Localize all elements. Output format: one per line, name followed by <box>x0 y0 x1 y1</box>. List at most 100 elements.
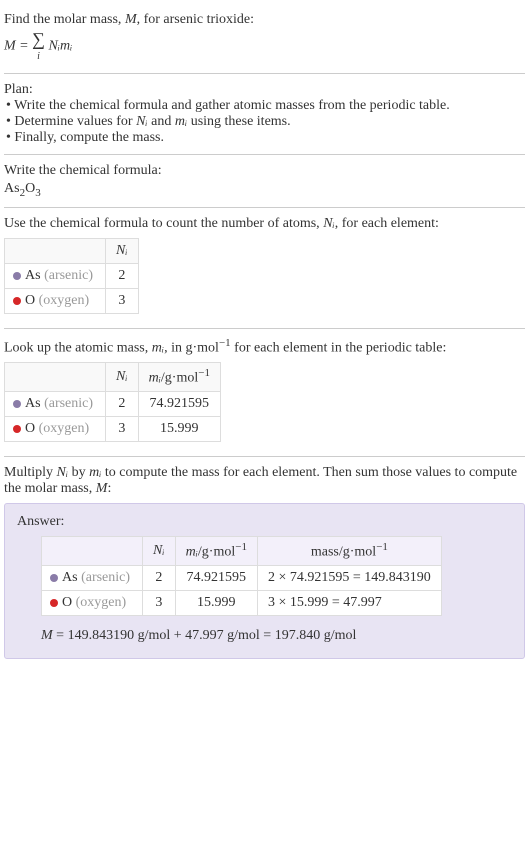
chemical-formula-section: Write the chemical formula: As2O3 <box>4 155 525 208</box>
formula-rhs: Nᵢmᵢ <box>48 39 72 54</box>
col-n-label: Nᵢ <box>116 369 128 384</box>
col-mass-pre: mass/g·mol <box>311 545 376 560</box>
col-n: Nᵢ <box>106 363 139 392</box>
element-name: (oxygen) <box>39 421 90 436</box>
count-heading: Use the chemical formula to count the nu… <box>4 216 525 232</box>
col-m-sup: −1 <box>235 541 247 553</box>
element-name: (arsenic) <box>81 570 130 585</box>
n-value: 2 <box>143 565 176 590</box>
mult-M: M <box>96 481 108 496</box>
n-value: 3 <box>106 417 139 442</box>
element-sym: As <box>25 268 41 283</box>
col-n-label: Nᵢ <box>153 543 165 558</box>
element-sym: O <box>25 293 35 308</box>
col-mass: mass/g·mol−1 <box>257 537 441 566</box>
chem-sub2: 3 <box>35 187 41 199</box>
table-row: O (oxygen) 3 15.999 <box>5 417 221 442</box>
lk-h-pre: Look up the atomic mass, <box>4 340 152 355</box>
empty-header <box>5 238 106 263</box>
element-cell: O (oxygen) <box>5 288 106 313</box>
col-mass-sup: −1 <box>376 541 388 553</box>
formula-eq: = <box>16 39 32 54</box>
element-dot-icon <box>50 599 58 607</box>
element-cell: O (oxygen) <box>42 590 143 615</box>
chem-o: O <box>25 181 35 196</box>
table-row: As (arsenic) 2 74.921595 <box>5 392 221 417</box>
plan-b2-mid: and <box>148 114 175 129</box>
element-dot-icon <box>13 297 21 305</box>
lookup-table: Nᵢ mᵢ/g·mol−1 As (arsenic) 2 74.921595 O… <box>4 362 221 442</box>
mult-mid1: by <box>68 465 89 480</box>
plan-bullet-3: • Finally, compute the mass. <box>6 130 525 146</box>
lk-h-post: for each element in the periodic table: <box>231 340 447 355</box>
final-lhs: M <box>41 628 53 643</box>
count-h-post: , for each element: <box>335 216 439 231</box>
lookup-section: Look up the atomic mass, mᵢ, in g·mol−1 … <box>4 329 525 457</box>
m-value: 15.999 <box>175 590 257 615</box>
element-sym: O <box>25 421 35 436</box>
col-n: Nᵢ <box>143 537 176 566</box>
n-value: 2 <box>106 392 139 417</box>
col-m-sup: −1 <box>198 367 210 379</box>
intro-section: Find the molar mass, M, for arsenic trio… <box>4 4 525 74</box>
empty-header <box>5 363 106 392</box>
table-header-row: Nᵢ mᵢ/g·mol−1 mass/g·mol−1 <box>42 537 442 566</box>
chem-heading: Write the chemical formula: <box>4 163 525 179</box>
element-dot-icon <box>13 272 21 280</box>
mult-pre: Multiply <box>4 465 57 480</box>
plan-bullet-1: • Write the chemical formula and gather … <box>6 98 525 114</box>
plan-b2-n: Nᵢ <box>136 114 148 129</box>
multiply-section: Multiply Nᵢ by mᵢ to compute the mass fo… <box>4 457 525 667</box>
n-value: 3 <box>143 590 176 615</box>
count-h-var: Nᵢ <box>323 216 335 231</box>
chem-as: As <box>4 181 20 196</box>
mult-n: Nᵢ <box>57 465 69 480</box>
plan-heading: Plan: <box>4 82 525 98</box>
col-n-label: Nᵢ <box>116 243 128 258</box>
sigma-block: ∑i <box>32 30 45 63</box>
answer-content: Nᵢ mᵢ/g·mol−1 mass/g·mol−1 As (arsenic) … <box>41 536 512 616</box>
count-section: Use the chemical formula to count the nu… <box>4 208 525 329</box>
answer-table: Nᵢ mᵢ/g·mol−1 mass/g·mol−1 As (arsenic) … <box>41 536 442 616</box>
col-m-mid: /g·mol <box>161 371 198 386</box>
mult-m: mᵢ <box>89 465 101 480</box>
plan-bullet-2: • Determine values for Nᵢ and mᵢ using t… <box>6 114 525 130</box>
lk-h-var: mᵢ <box>152 340 164 355</box>
lk-h-sup: −1 <box>219 337 231 349</box>
table-header-row: Nᵢ mᵢ/g·mol−1 <box>5 363 221 392</box>
n-value: 3 <box>106 288 139 313</box>
answer-box: Answer: Nᵢ mᵢ/g·mol−1 mass/g·mol−1 As (a… <box>4 503 525 659</box>
final-result: M = 149.843190 g/mol + 47.997 g/mol = 19… <box>41 628 512 644</box>
empty-header <box>42 537 143 566</box>
element-name: (arsenic) <box>44 268 93 283</box>
intro-line: Find the molar mass, M, for arsenic trio… <box>4 12 525 28</box>
element-name: (oxygen) <box>76 595 127 610</box>
col-n: Nᵢ <box>106 238 139 263</box>
table-header-row: Nᵢ <box>5 238 139 263</box>
plan-section: Plan: • Write the chemical formula and g… <box>4 74 525 155</box>
m-value: 74.921595 <box>175 565 257 590</box>
count-table: Nᵢ As (arsenic) 2 O (oxygen) 3 <box>4 238 139 314</box>
intro-text2: , for arsenic trioxide: <box>137 12 254 27</box>
col-m: mᵢ/g·mol−1 <box>138 363 220 392</box>
element-name: (arsenic) <box>44 396 93 411</box>
count-h-pre: Use the chemical formula to count the nu… <box>4 216 323 231</box>
col-m-mid: /g·mol <box>198 545 235 560</box>
var-M: M <box>125 12 137 27</box>
table-row: O (oxygen) 3 <box>5 288 139 313</box>
col-m-pre: mᵢ <box>149 371 161 386</box>
sigma-sub: i <box>37 51 40 62</box>
n-value: 2 <box>106 263 139 288</box>
element-sym: As <box>62 570 78 585</box>
sigma-icon: ∑ <box>32 29 45 49</box>
mass-value: 2 × 74.921595 = 149.843190 <box>257 565 441 590</box>
table-row: As (arsenic) 2 74.921595 2 × 74.921595 =… <box>42 565 442 590</box>
m-value: 15.999 <box>138 417 220 442</box>
answer-label: Answer: <box>17 514 512 530</box>
element-dot-icon <box>50 574 58 582</box>
element-sym: As <box>25 396 41 411</box>
lk-h-mid: , in g·mol <box>164 340 219 355</box>
molar-mass-formula: M = ∑i Nᵢmᵢ <box>4 30 525 63</box>
plan-b2-pre: • Determine values for <box>6 114 136 129</box>
element-cell: As (arsenic) <box>5 392 106 417</box>
